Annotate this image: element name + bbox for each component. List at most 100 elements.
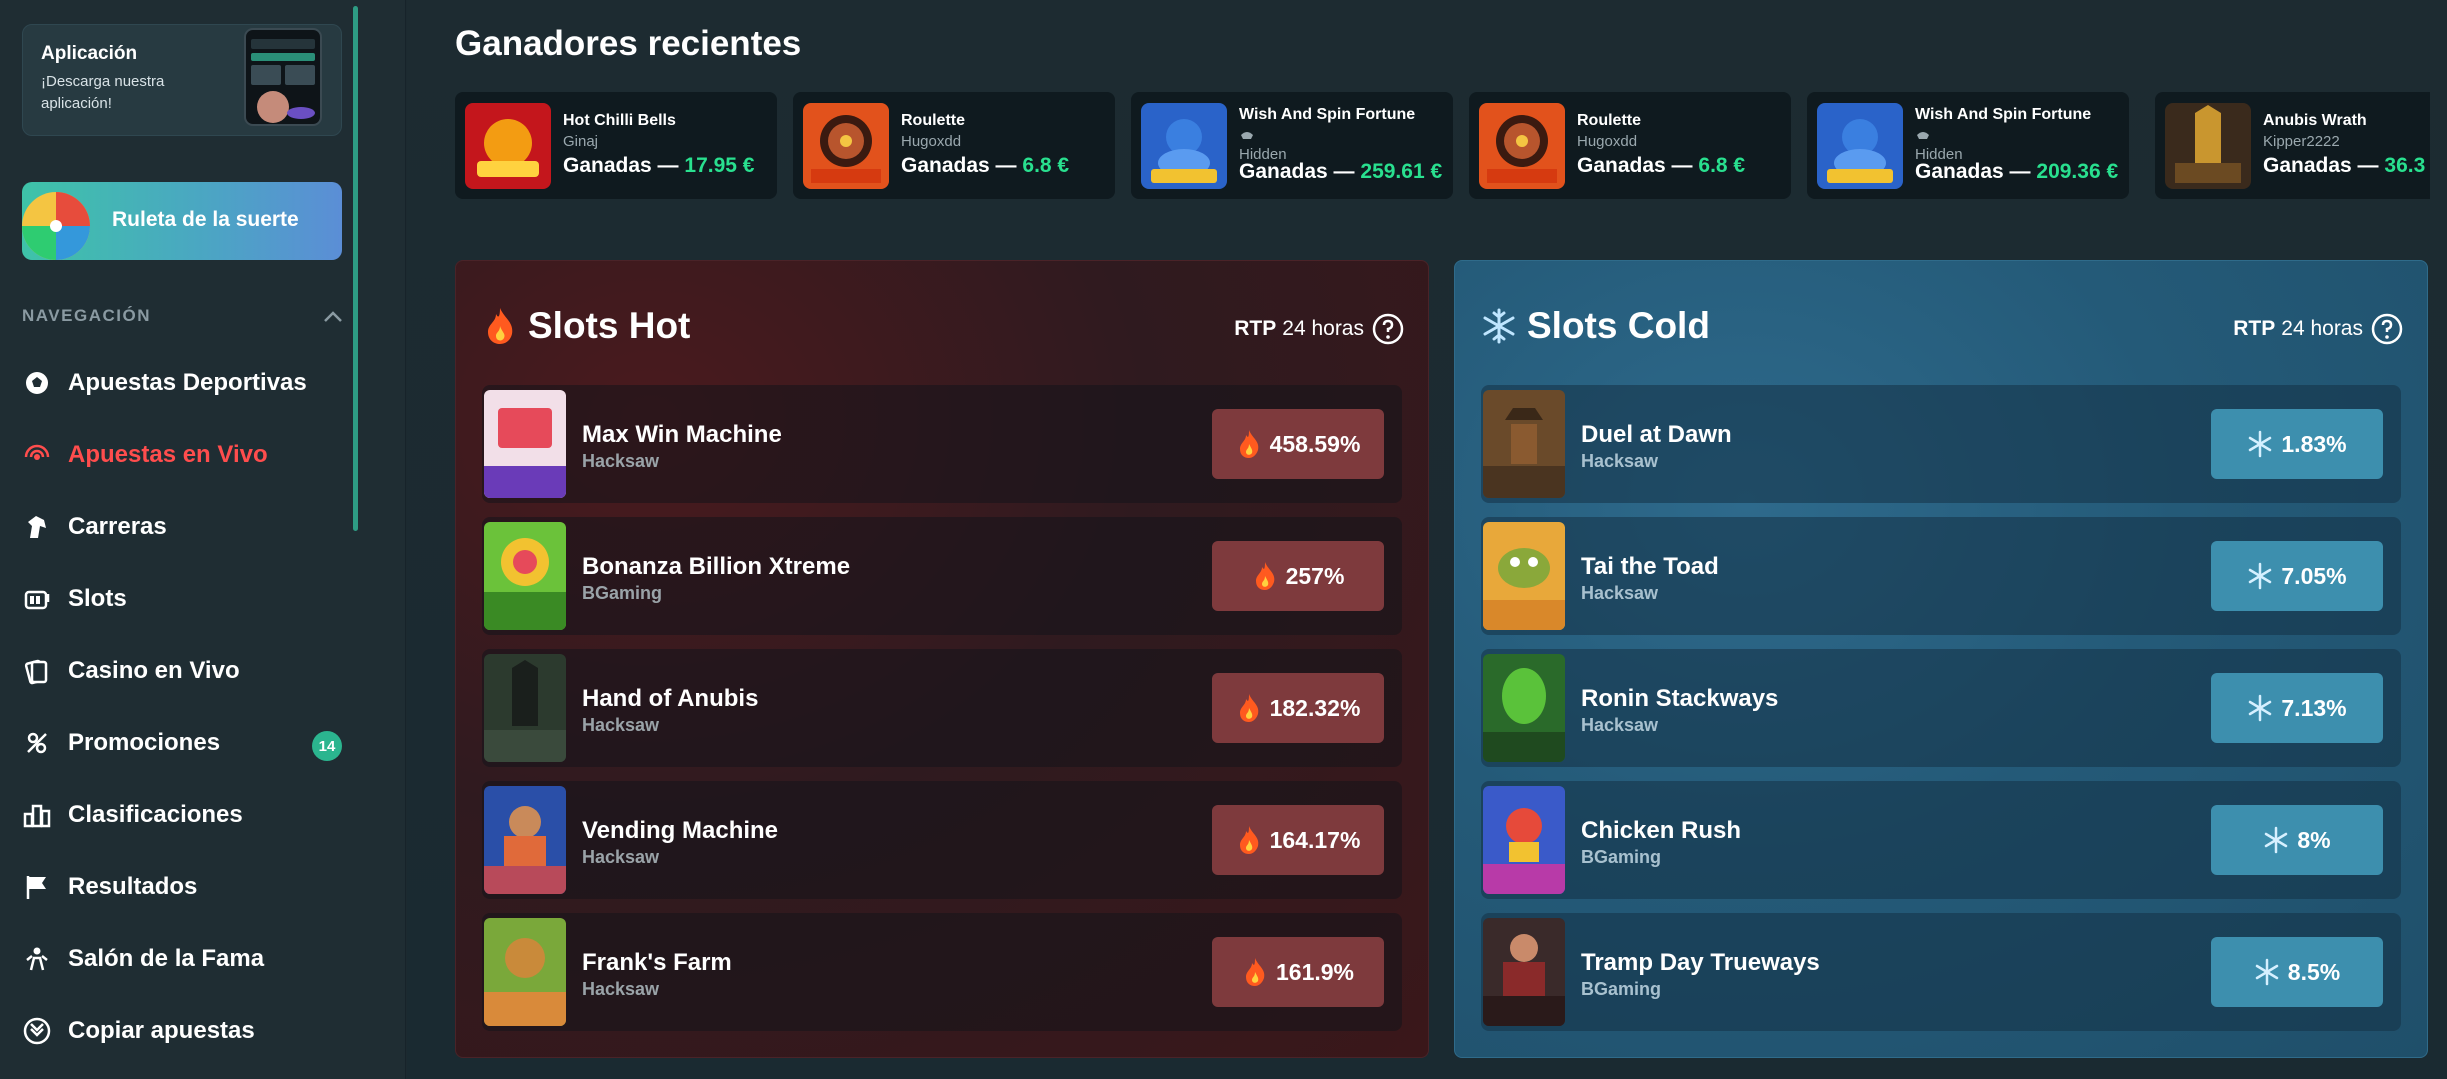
slot-row[interactable]: Bonanza Billion Xtreme BGaming 257% — [482, 517, 1402, 635]
rtp-period-info: RTP 24 horas — [2233, 313, 2403, 345]
winner-game-name: Anubis Wrath — [2263, 112, 2367, 129]
game-thumbnail — [484, 390, 566, 498]
slots-hot-title: Slots Hot — [482, 305, 690, 347]
winner-card[interactable]: Anubis Wrath Kipper2222 Ganadas — 36.3 — [2155, 92, 2430, 199]
leaderboard-icon — [23, 804, 51, 828]
chevron-up-icon — [324, 311, 342, 322]
winner-card[interactable]: Roulette Hugoxdd Ganadas — 6.8 € — [1469, 92, 1791, 199]
winner-username: Hugoxdd — [901, 133, 962, 150]
game-thumbnail — [484, 654, 566, 762]
winner-card[interactable]: Wish And Spin Fortune Hidden Ganadas — 2… — [1131, 92, 1453, 199]
sidebar-item-slots[interactable]: Slots — [22, 577, 352, 621]
slots-cold-title: Slots Cold — [1481, 305, 1710, 347]
game-thumbnail — [2165, 103, 2251, 189]
slot-name: Frank's Farm — [582, 949, 732, 976]
winner-card[interactable]: Hot Chilli Bells Ginaj Ganadas — 17.95 € — [455, 92, 777, 199]
sidebar-item-racing[interactable]: Carreras — [22, 505, 352, 549]
app-download-card[interactable]: Aplicación ¡Descarga nuestra aplicación! — [22, 24, 342, 136]
hidden-user-icon — [1917, 132, 1929, 139]
flag-icon — [26, 876, 46, 899]
nav-header-label: NAVEGACIÓN — [22, 306, 151, 325]
slot-provider: Hacksaw — [582, 715, 660, 735]
slot-row[interactable]: Vending Machine Hacksaw 164.17% — [482, 781, 1402, 899]
game-thumbnail — [484, 786, 566, 894]
phone-app-icon — [244, 28, 322, 126]
sidebar-item-leaderboards[interactable]: Clasificaciones — [22, 793, 352, 837]
sidebar-item-hall-of-fame[interactable]: Salón de la Fama — [22, 937, 352, 981]
winner-amount: Ganadas — 36.3 — [2263, 154, 2426, 177]
winner-username: Ginaj — [563, 133, 599, 150]
rtp-badge: 7.13% — [2211, 673, 2383, 743]
help-icon[interactable] — [1372, 313, 1404, 345]
rtp-badge: 164.17% — [1212, 805, 1384, 875]
slot-row[interactable]: Tai the Toad Hacksaw 7.05% — [1481, 517, 2401, 635]
winner-card[interactable]: Roulette Hugoxdd Ganadas — 6.8 € — [793, 92, 1115, 199]
slot-provider: Hacksaw — [1581, 715, 1659, 735]
rtp-badge: 7.05% — [2211, 541, 2383, 611]
app-card-description: ¡Descarga nuestra aplicación! — [41, 73, 165, 112]
promotions-count-badge: 14 — [312, 731, 342, 761]
rtp-badge: 1.83% — [2211, 409, 2383, 479]
hidden-user-icon — [1241, 132, 1253, 139]
sidebar-item-sports[interactable]: Apuestas Deportivas — [22, 361, 352, 405]
sidebar-item-copy-bets[interactable]: Copiar apuestas — [22, 1009, 352, 1053]
game-thumbnail — [465, 103, 551, 189]
game-thumbnail — [1483, 918, 1565, 1026]
sidebar-item-live-casino[interactable]: Casino en Vivo — [22, 649, 352, 693]
slot-provider: Hacksaw — [582, 451, 660, 471]
snowflake-icon — [2255, 958, 2279, 986]
snowflake-icon — [2249, 694, 2272, 722]
slot-provider: Hacksaw — [1581, 451, 1659, 471]
slot-name: Tai the Toad — [1581, 553, 1719, 580]
game-thumbnail — [1483, 786, 1565, 894]
snowflake-icon — [2265, 826, 2288, 854]
slot-row[interactable]: Duel at Dawn Hacksaw 1.83% — [1481, 385, 2401, 503]
slot-row[interactable]: Frank's Farm Hacksaw 161.9% — [482, 913, 1402, 1031]
slots-hot-panel: Slots Hot RTP 24 horas Max Win Machine Ha… — [455, 260, 1429, 1058]
winner-game-name: Roulette — [1577, 112, 1641, 129]
live-broadcast-icon — [24, 444, 50, 460]
slot-row[interactable]: Ronin Stackways Hacksaw 7.13% — [1481, 649, 2401, 767]
sidebar-item-label: Carreras — [68, 513, 167, 540]
sidebar-scrollbar[interactable] — [353, 6, 358, 531]
game-thumbnail — [1483, 522, 1565, 630]
slots-cold-panel: Slots Cold RTP 24 horas Duel at Dawn Hack… — [1454, 260, 2428, 1058]
slot-row[interactable]: Max Win Machine Hacksaw 458.59% — [482, 385, 1402, 503]
fire-icon — [488, 308, 513, 344]
soccer-ball-icon — [26, 372, 48, 394]
fire-icon — [1239, 694, 1258, 722]
slot-machine-icon — [24, 590, 50, 610]
game-thumbnail — [1141, 103, 1227, 189]
fire-icon — [1239, 826, 1258, 854]
recent-winners-title: Ganadores recientes — [455, 24, 802, 63]
sidebar-item-results[interactable]: Resultados — [22, 865, 352, 909]
slot-row[interactable]: Hand of Anubis Hacksaw 182.32% — [482, 649, 1402, 767]
rtp-badge: 257% — [1212, 541, 1384, 611]
sidebar-item-live-bets[interactable]: Apuestas en Vivo — [22, 433, 352, 477]
slot-row[interactable]: Tramp Day Trueways BGaming 8.5% — [1481, 913, 2401, 1031]
slot-name: Duel at Dawn — [1581, 421, 1732, 448]
sidebar-item-label: Apuestas Deportivas — [68, 369, 307, 396]
rtp-badge: 8% — [2211, 805, 2383, 875]
slot-name: Chicken Rush — [1581, 817, 1742, 844]
rtp-period-info: RTP 24 horas — [1234, 313, 1404, 345]
sidebar-item-promotions[interactable]: Promociones 14 — [22, 721, 352, 765]
lucky-wheel-button[interactable]: Ruleta de la suerte — [22, 182, 342, 260]
snowflake-icon — [2249, 430, 2272, 458]
slot-row[interactable]: Chicken Rush BGaming 8% — [1481, 781, 2401, 899]
rtp-badge: 182.32% — [1212, 673, 1384, 743]
help-icon[interactable] — [2371, 313, 2403, 345]
app-card-title: Aplicación — [41, 43, 138, 64]
winner-game-name: Hot Chilli Bells — [563, 112, 676, 129]
recent-winners-strip[interactable]: Hot Chilli Bells Ginaj Ganadas — 17.95 €… — [455, 92, 2430, 200]
slot-provider: Hacksaw — [582, 979, 660, 999]
winner-amount: Ganadas — 209.36 € — [1915, 160, 2119, 183]
nav-section-header[interactable]: NAVEGACIÓN — [22, 306, 344, 330]
winner-username: Hugoxdd — [1577, 133, 1638, 150]
copy-bets-icon — [23, 1017, 51, 1045]
slot-provider: Hacksaw — [1581, 583, 1659, 603]
game-thumbnail — [1483, 390, 1565, 498]
winner-card[interactable]: Wish And Spin Fortune Hidden Ganadas — 2… — [1807, 92, 2129, 199]
snowflake-icon — [1483, 308, 1515, 344]
rtp-badge: 161.9% — [1212, 937, 1384, 1007]
